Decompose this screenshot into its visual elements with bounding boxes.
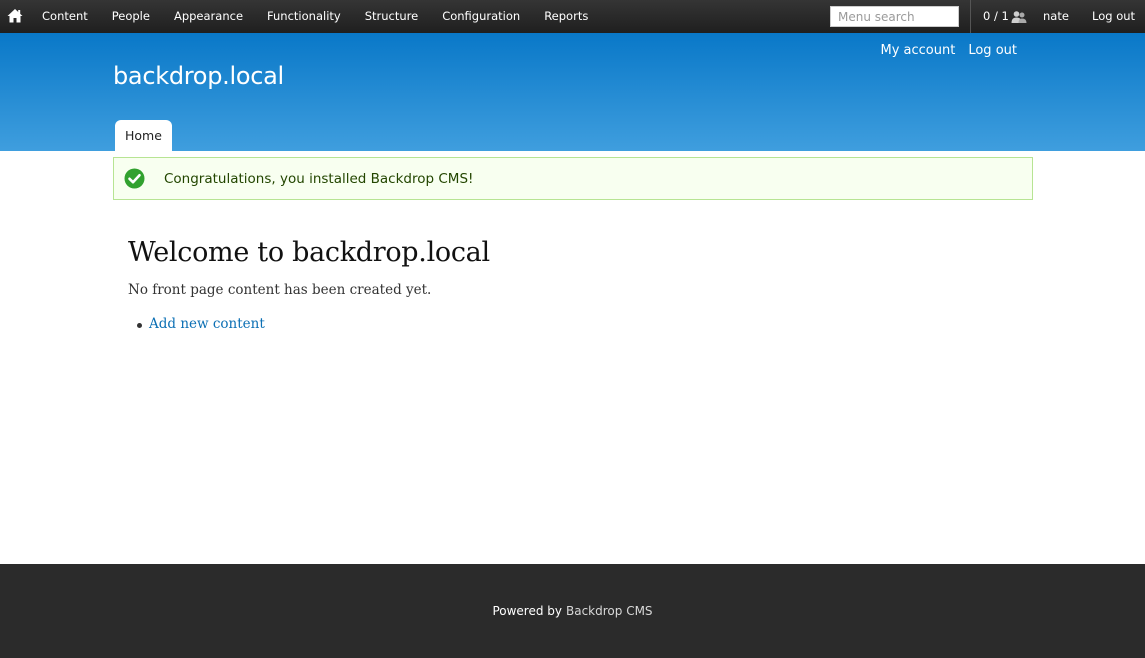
toolbar-logout-link[interactable]: Log out (1092, 0, 1135, 33)
check-icon (124, 168, 145, 189)
site-footer: Powered by Backdrop CMS (0, 564, 1145, 658)
admin-menu-functionality[interactable]: Functionality (255, 0, 353, 33)
my-account-link[interactable]: My account (881, 43, 956, 58)
admin-menu-content[interactable]: Content (30, 0, 100, 33)
main-content: Welcome to backdrop.local No front page … (128, 237, 1008, 332)
admin-menu-reports[interactable]: Reports (532, 0, 600, 33)
admin-menu-structure[interactable]: Structure (353, 0, 431, 33)
logout-link[interactable]: Log out (968, 43, 1017, 58)
admin-menu-appearance[interactable]: Appearance (162, 0, 255, 33)
admin-menu: Content People Appearance Functionality … (30, 0, 600, 33)
bullet (137, 323, 142, 328)
users-icon (1011, 10, 1027, 23)
add-new-content-link[interactable]: Add new content (149, 316, 265, 332)
intro-text: No front page content has been created y… (128, 282, 432, 298)
menu-search-input[interactable] (830, 6, 959, 27)
powered-by-label: Powered by (492, 604, 562, 618)
admin-menu-configuration[interactable]: Configuration (430, 0, 532, 33)
username-link[interactable]: nate (1043, 0, 1069, 33)
user-menu: My account Log out (881, 43, 1018, 58)
admin-menu-people[interactable]: People (100, 0, 162, 33)
site-header: My account Log out backdrop.local Home (0, 33, 1145, 151)
page-title: Welcome to backdrop.local (128, 237, 490, 268)
tab-home[interactable]: Home (115, 120, 172, 151)
admin-toolbar: Content People Appearance Functionality … (0, 0, 1145, 33)
status-message-text: Congratulations, you installed Backdrop … (164, 170, 474, 187)
list-item: Add new content (128, 316, 1008, 332)
users-count-label: 0 / 1 (983, 9, 1009, 23)
site-name[interactable]: backdrop.local (113, 62, 284, 90)
powered-by: Powered by Backdrop CMS (492, 604, 652, 618)
action-links: Add new content (128, 316, 1008, 332)
active-users-count[interactable]: 0 / 1 (983, 0, 1027, 33)
primary-tabs: Home (115, 120, 172, 151)
backdrop-cms-link[interactable]: Backdrop CMS (566, 604, 653, 618)
toolbar-divider (970, 0, 971, 33)
home-icon[interactable] (6, 7, 24, 25)
status-message: Congratulations, you installed Backdrop … (113, 157, 1033, 200)
